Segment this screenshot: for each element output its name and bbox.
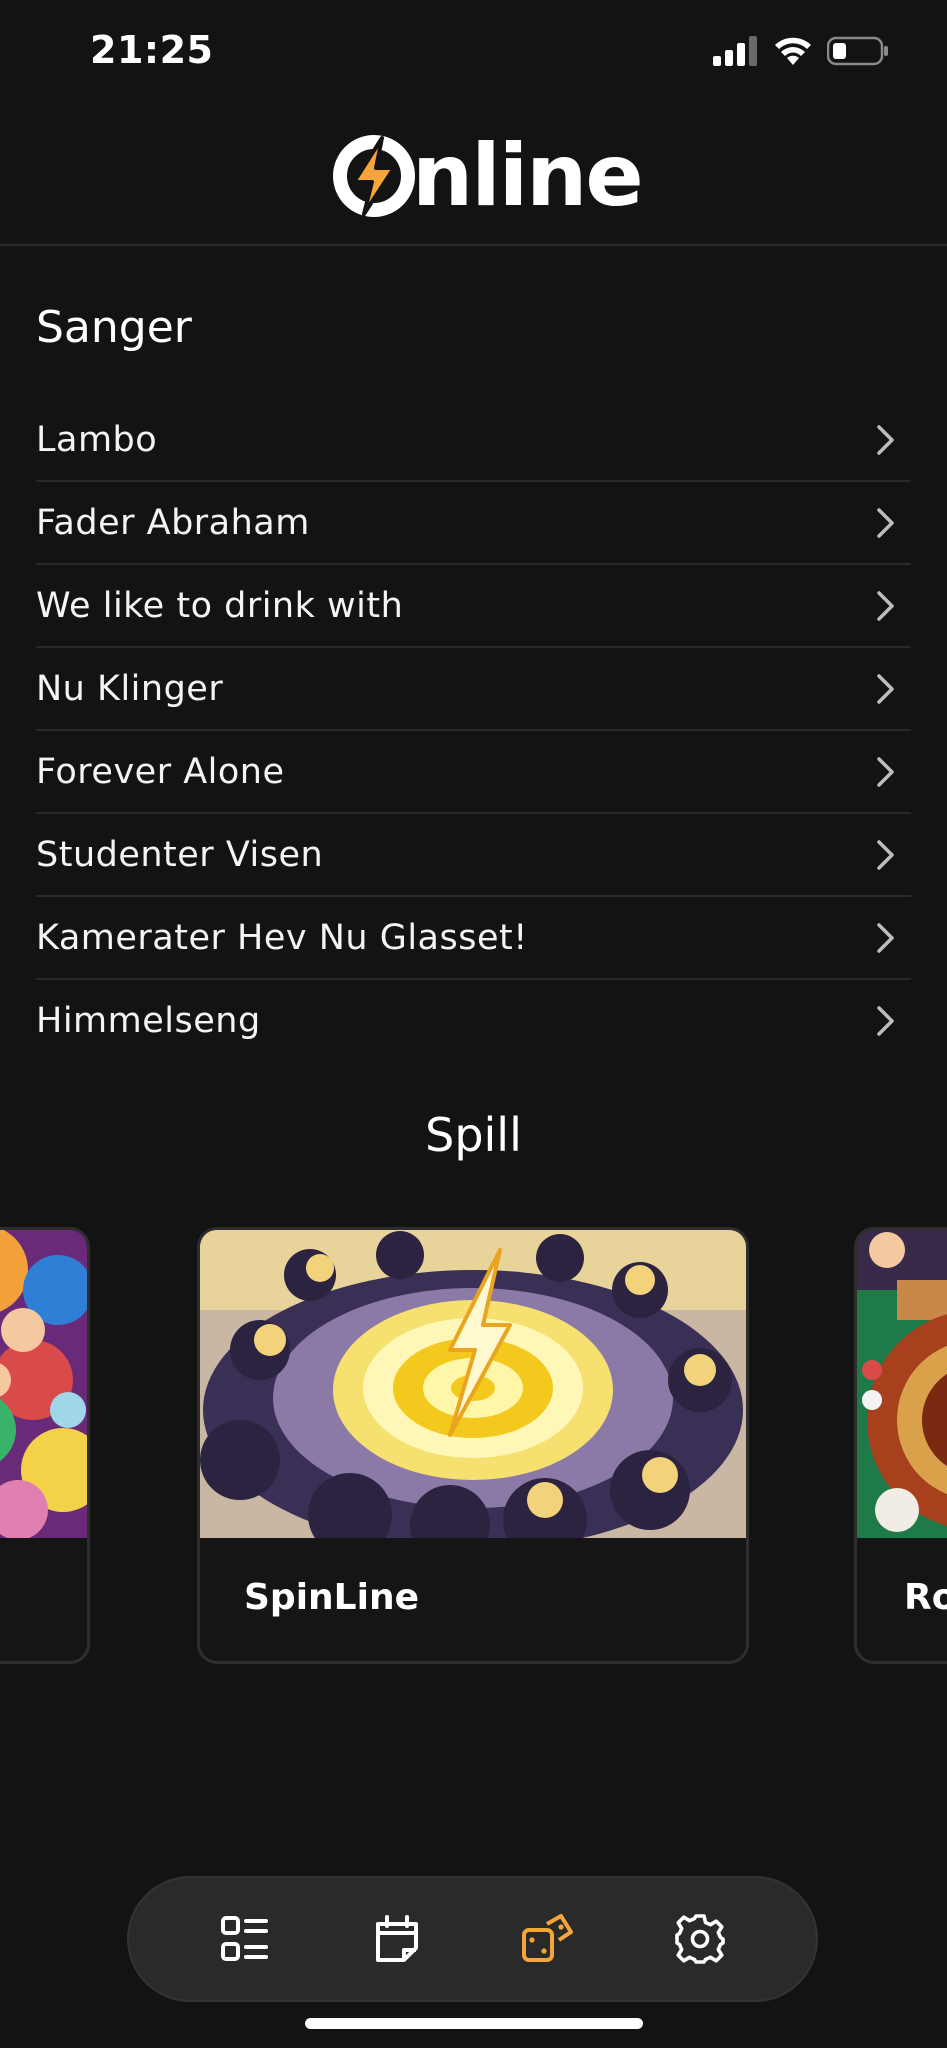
games-section-title: Spill [425, 1108, 522, 1162]
dice-icon [522, 1914, 574, 1962]
game-card-right[interactable]: Ro [854, 1227, 947, 1664]
song-label: Kamerater Hev Nu Glasset! [36, 917, 528, 958]
song-item-we-like-to-drink-with[interactable]: We like to drink with [36, 565, 911, 648]
song-label: Forever Alone [36, 751, 285, 792]
song-list: Lambo Fader Abraham We like to drink wit… [36, 399, 911, 1061]
chevron-right-icon [877, 922, 894, 953]
game-card-image [857, 1230, 947, 1538]
song-label: We like to drink with [36, 585, 404, 626]
game-card-label: SpinLine [244, 1577, 419, 1618]
app-header: nline [0, 105, 947, 246]
wifi-icon [775, 37, 811, 65]
chevron-right-icon [877, 1005, 894, 1036]
casino-roulette-illustration [857, 1230, 947, 1538]
nav-settings-button[interactable] [665, 1904, 735, 1974]
status-time: 21:25 [90, 28, 214, 72]
nav-calendar-button[interactable] [362, 1904, 432, 1974]
game-card-image [0, 1230, 87, 1538]
song-item-kamerater-hev-nu-glasset[interactable]: Kamerater Hev Nu Glasset! [36, 897, 911, 980]
list-icon [220, 1916, 268, 1961]
status-bar: 21:25 [0, 0, 947, 105]
status-icons [713, 36, 889, 66]
spinline-illustration [200, 1230, 746, 1538]
song-label: Nu Klinger [36, 668, 224, 709]
song-item-fader-abraham[interactable]: Fader Abraham [36, 482, 911, 565]
app-logo: nline [332, 126, 644, 226]
chevron-right-icon [877, 673, 894, 704]
chevron-right-icon [877, 839, 894, 870]
nav-list-button[interactable] [210, 1904, 280, 1974]
song-item-himmelseng[interactable]: Himmelseng [36, 980, 911, 1061]
song-item-nu-klinger[interactable]: Nu Klinger [36, 648, 911, 731]
chevron-right-icon [877, 756, 894, 787]
fantasy-characters-illustration [0, 1230, 87, 1538]
song-label: Lambo [36, 419, 158, 460]
lightning-bolt-logo-icon [333, 135, 415, 217]
game-card-label: Ro [904, 1577, 947, 1618]
game-card-spinline[interactable]: SpinLine [197, 1227, 749, 1664]
chevron-right-icon [877, 590, 894, 621]
song-item-studenter-visen[interactable]: Studenter Visen [36, 814, 911, 897]
game-card-image [200, 1230, 746, 1538]
song-label: Himmelseng [36, 1000, 261, 1041]
home-indicator[interactable] [305, 2018, 643, 2029]
songs-section-title: Sanger [36, 302, 192, 353]
game-card-left[interactable] [0, 1227, 90, 1664]
gear-icon [675, 1914, 725, 1964]
logo-text: nline [412, 126, 644, 226]
chevron-right-icon [877, 507, 894, 538]
chevron-right-icon [877, 424, 894, 455]
bottom-navigation [127, 1876, 818, 2002]
song-label: Studenter Visen [36, 834, 324, 875]
battery-icon [827, 36, 888, 66]
song-label: Fader Abraham [36, 502, 310, 543]
nav-games-button[interactable] [513, 1904, 583, 1974]
song-item-lambo[interactable]: Lambo [36, 399, 911, 482]
cellular-signal-icon [713, 36, 757, 66]
calendar-icon [375, 1915, 418, 1962]
song-item-forever-alone[interactable]: Forever Alone [36, 731, 911, 814]
